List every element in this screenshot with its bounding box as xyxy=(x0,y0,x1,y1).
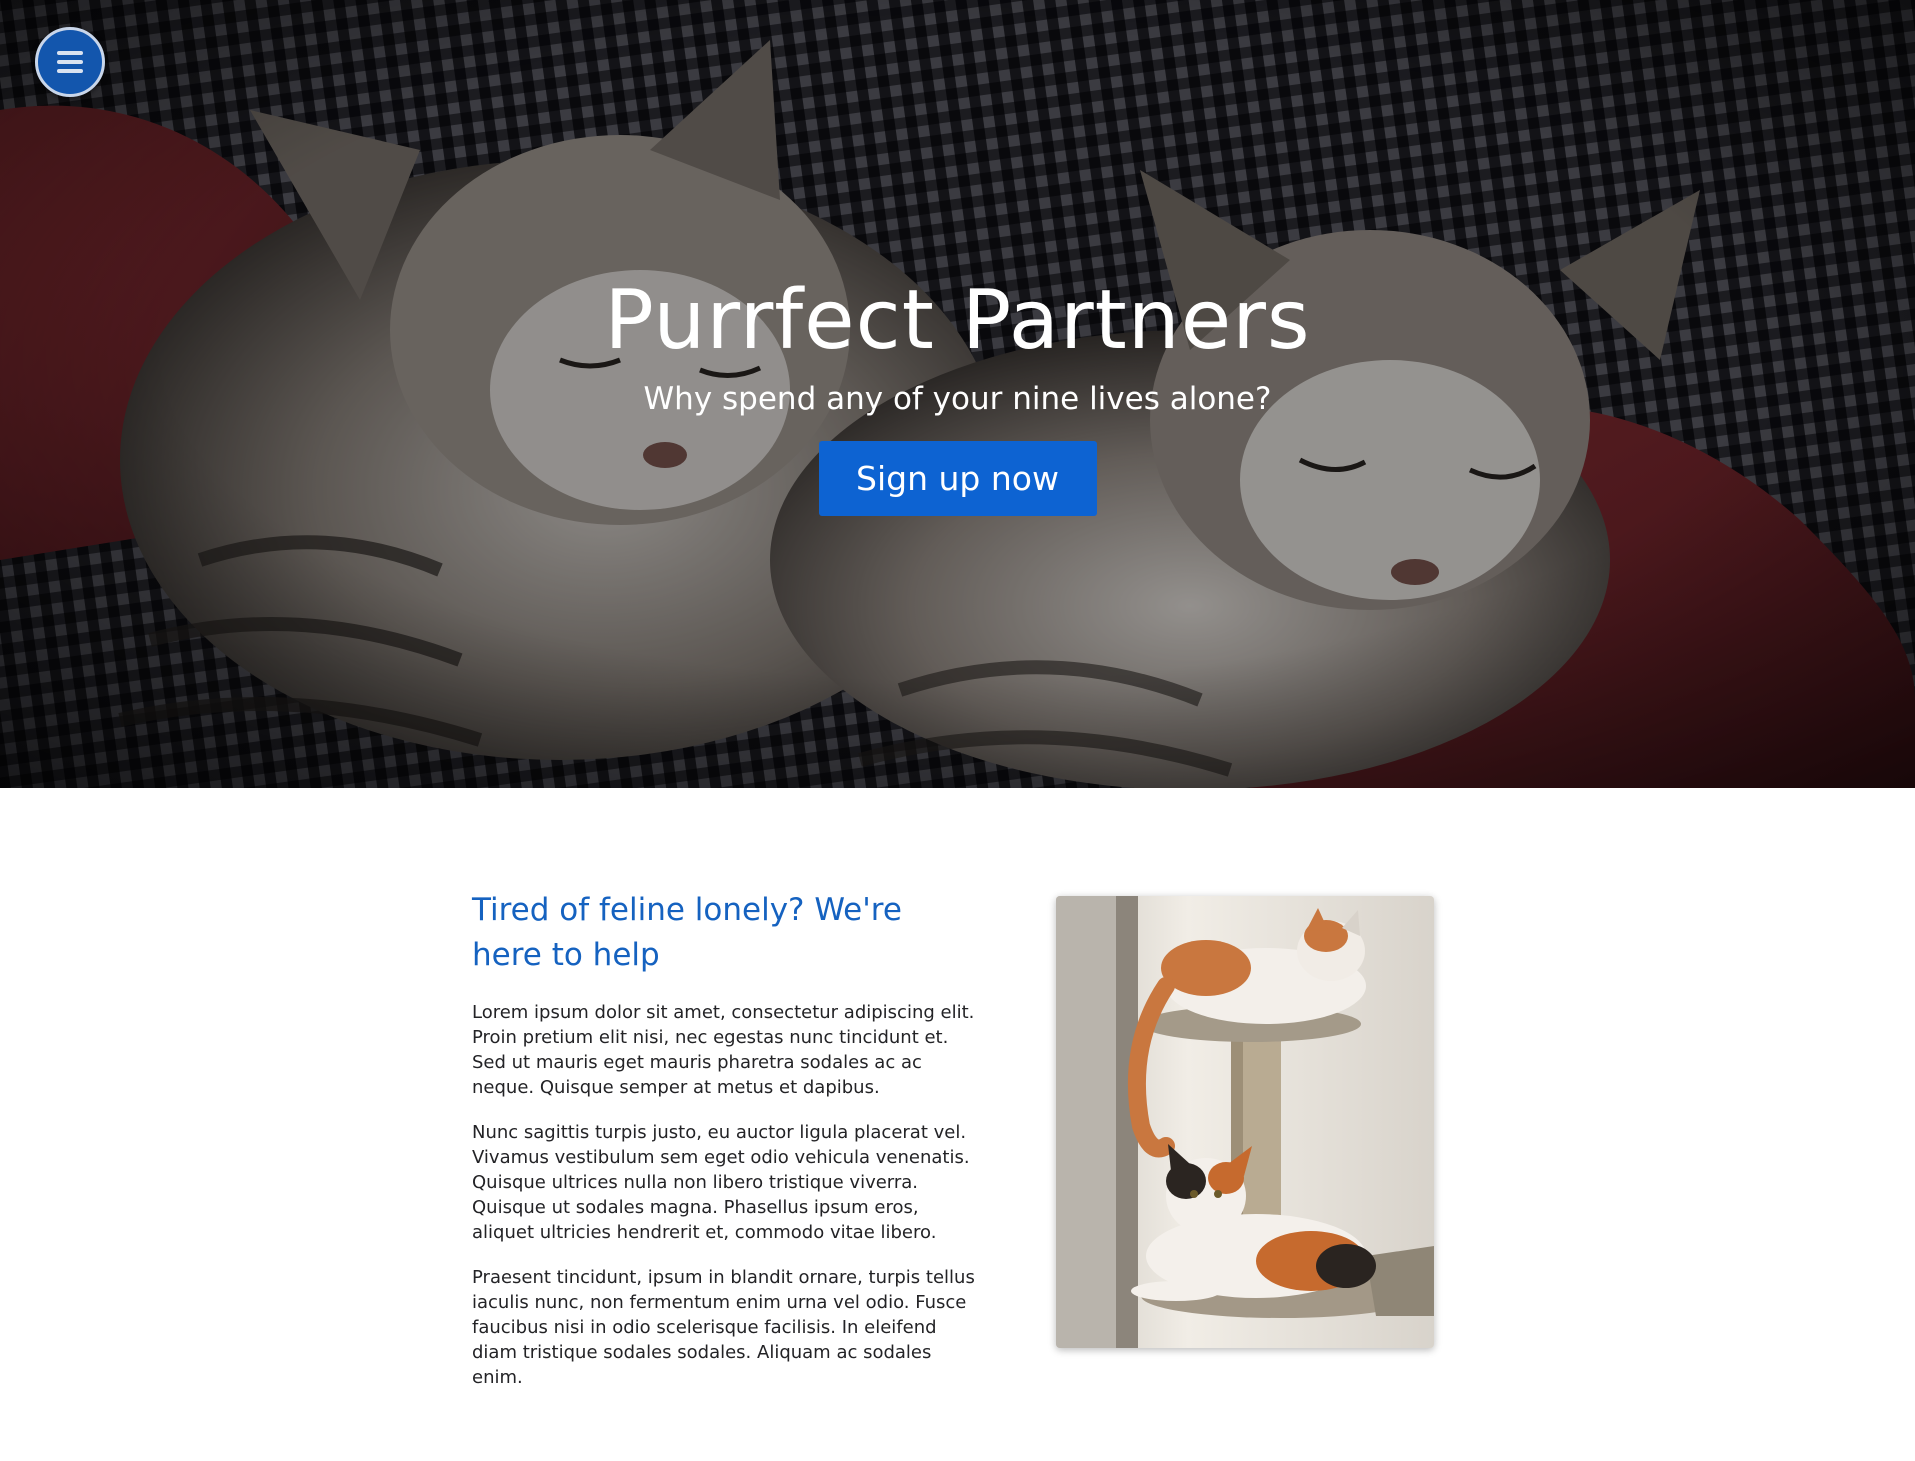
intro-text-column: Tired of feline lonely? We're here to he… xyxy=(472,888,977,1390)
sign-up-button[interactable]: Sign up now xyxy=(818,441,1097,516)
cats-on-tree-photo xyxy=(1056,896,1434,1348)
hamburger-menu-icon xyxy=(57,51,83,73)
menu-button[interactable] xyxy=(35,27,105,97)
paragraph-1: Lorem ipsum dolor sit amet, consectetur … xyxy=(472,1002,975,1098)
hero-banner: Purrfect Partners Why spend any of your … xyxy=(0,0,1915,788)
paragraph-3: Praesent tincidunt, ipsum in blandit orn… xyxy=(472,1267,975,1388)
hero-title: Purrfect Partners xyxy=(604,273,1311,368)
intro-section: Tired of feline lonely? We're here to he… xyxy=(0,788,1915,1461)
paragraph-2: Nunc sagittis turpis justo, eu auctor li… xyxy=(472,1122,970,1243)
section-heading: Tired of feline lonely? We're here to he… xyxy=(472,892,902,973)
hero-content: Purrfect Partners Why spend any of your … xyxy=(0,268,1915,516)
hero-subtitle: Why spend any of your nine lives alone? xyxy=(643,381,1272,417)
